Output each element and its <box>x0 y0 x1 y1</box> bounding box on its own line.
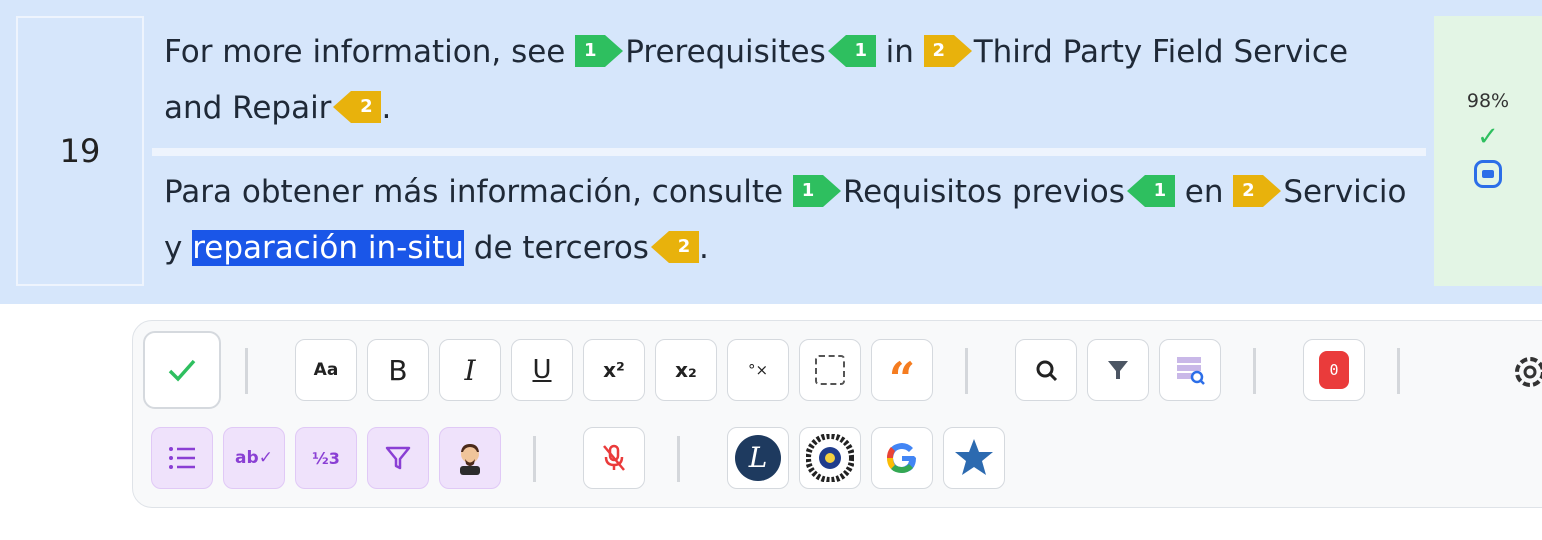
subscript-button[interactable]: x₂ <box>655 339 717 401</box>
underline-button[interactable]: U <box>511 339 573 401</box>
linguee-button[interactable]: L <box>727 427 789 489</box>
superscript-button[interactable]: x² <box>583 339 645 401</box>
quote-button[interactable]: “ <box>871 339 933 406</box>
tag-2-open: 2 <box>923 34 972 67</box>
funnel-icon <box>1108 361 1128 379</box>
segment-status: 98% ✓ <box>1434 16 1542 286</box>
source-segment: For more information, see 1 Prerequisites… <box>164 34 1349 126</box>
tag-1-open: 1 <box>575 34 624 67</box>
list-icon <box>169 447 195 469</box>
selected-text[interactable]: reparación in-situ <box>192 230 464 266</box>
quote-icon: “ <box>888 352 916 406</box>
star-icon <box>955 439 993 475</box>
filter-button[interactable] <box>1087 339 1149 401</box>
tag-1-close: 1 <box>827 34 876 67</box>
tag-2-close[interactable]: 2 <box>650 230 699 263</box>
check-icon <box>168 359 196 382</box>
non-breaking-space-button[interactable] <box>799 339 861 401</box>
dashed-box-icon <box>815 355 845 385</box>
favorites-button[interactable] <box>943 427 1005 489</box>
segment-number: 19 <box>16 16 144 286</box>
segment-row: 19 For more information, see 1 Prerequisi… <box>0 0 1542 304</box>
database-search-icon <box>1177 357 1205 385</box>
gear-icon <box>1515 357 1542 387</box>
segment-stats-button[interactable]: ½3 <box>295 427 357 489</box>
iate-button[interactable] <box>799 427 861 489</box>
toolbar-divider <box>677 436 680 482</box>
tag-1-open[interactable]: 1 <box>792 174 841 207</box>
italic-button[interactable]: I <box>439 339 501 401</box>
tag-2-close: 2 <box>333 90 382 123</box>
shakespeare-avatar-icon <box>460 444 480 475</box>
eu-emblem-icon <box>806 434 854 482</box>
check-icon: ✓ <box>1477 122 1499 152</box>
confirm-segment-button[interactable] <box>143 331 221 409</box>
dictation-button[interactable] <box>583 427 645 489</box>
editor-toolbar: Aa B I U x² x₂ °× “ 0 ab✓ ½3 L <box>132 320 1542 508</box>
concordance-search-button[interactable] <box>1159 339 1221 401</box>
google-translate-button[interactable] <box>871 427 933 489</box>
spellcheck-button[interactable]: ab✓ <box>223 427 285 489</box>
bold-button[interactable]: B <box>367 339 429 401</box>
toolbar-divider <box>965 348 968 394</box>
search-replace-icon <box>1036 360 1058 382</box>
google-icon <box>887 443 916 473</box>
target-segment-editor[interactable]: Para obtener más información, consulte 1… <box>152 156 1426 288</box>
filter-icon <box>385 446 411 470</box>
spellcheck-icon: ab✓ <box>235 448 273 468</box>
change-case-button[interactable]: Aa <box>295 339 357 401</box>
segment-divider <box>152 148 1426 156</box>
comment-icon[interactable] <box>1474 160 1502 188</box>
toolbar-divider <box>533 436 536 482</box>
find-replace-button[interactable] <box>1015 339 1077 401</box>
toolbar-divider <box>245 348 248 394</box>
shakespeare-button[interactable] <box>439 427 501 489</box>
toolbar-divider <box>1253 348 1256 394</box>
match-percent: 98% <box>1466 90 1510 112</box>
microphone-off-icon <box>603 444 625 471</box>
settings-button[interactable] <box>1507 349 1542 395</box>
tag-1-close[interactable]: 1 <box>1126 174 1175 207</box>
svg-text:L: L <box>748 441 768 474</box>
qa-errors-button[interactable]: 0 <box>1303 339 1365 401</box>
segment-filter-button[interactable] <box>367 427 429 489</box>
special-characters-button[interactable]: °× <box>727 339 789 401</box>
tag-2-open[interactable]: 2 <box>1233 174 1282 207</box>
list-button[interactable] <box>151 427 213 489</box>
toolbar-divider <box>1397 348 1400 394</box>
error-count-badge: 0 <box>1319 351 1349 389</box>
linguee-icon: L <box>735 435 781 481</box>
